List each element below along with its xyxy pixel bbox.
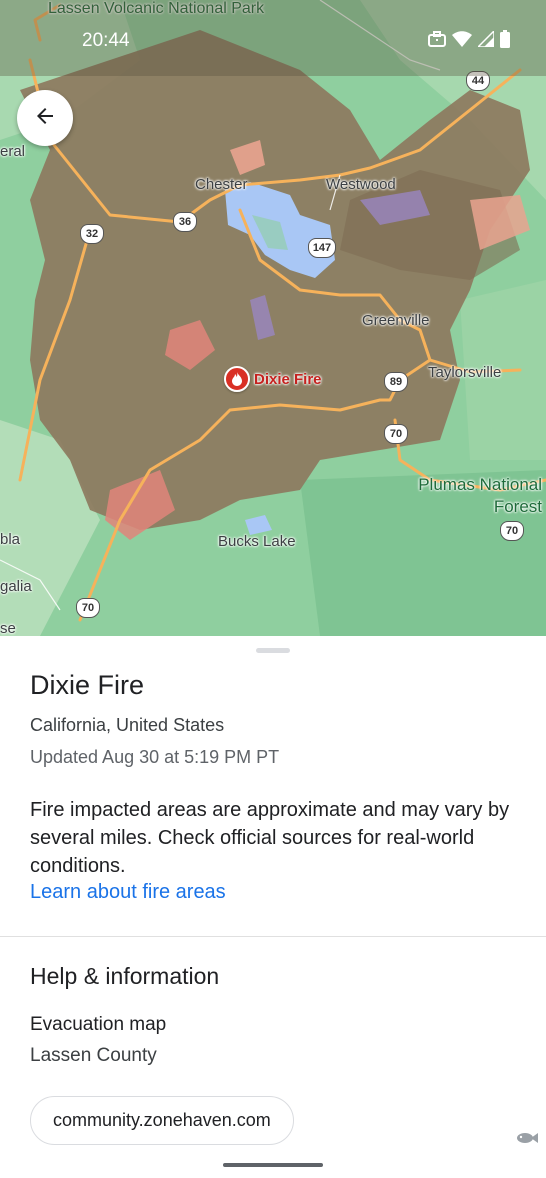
evacuation-county: Lassen County [30,1045,157,1066]
home-indicator[interactable] [223,1163,323,1167]
highway-shield-89: 89 [384,372,408,392]
highway-shield-70: 70 [500,521,524,541]
map-label-chester: Chester [195,176,248,193]
map-view[interactable]: Lassen Volcanic National Park eral Chest… [0,0,546,636]
arrow-left-icon [33,104,57,133]
map-label-westwood: Westwood [326,176,396,193]
highway-shield-32: 32 [80,224,104,244]
section-divider [0,936,546,937]
learn-about-fire-areas-link[interactable]: Learn about fire areas [30,881,226,904]
briefcase-icon [428,31,446,47]
help-section-title: Help & information [30,963,220,989]
back-button[interactable] [17,90,73,146]
map-label-galia: galia [0,578,32,595]
status-icons [428,30,510,48]
highway-shield-36: 36 [173,212,197,232]
battery-icon [500,30,510,48]
sheet-drag-handle[interactable] [256,648,290,653]
fish-icon [516,1131,538,1149]
bottom-sheet: Dixie Fire California, United States Upd… [0,636,546,1178]
updated-timestamp: Updated Aug 30 at 5:19 PM PT [30,747,280,767]
fire-description: Fire impacted areas are approximate and … [30,799,510,877]
map-label-plumas: Plumas National Forest [418,475,542,516]
evacuation-map-title: Evacuation map [30,1014,167,1035]
map-label-bucks-lake: Bucks Lake [218,533,296,550]
place-title: Dixie Fire [30,670,145,700]
wifi-icon [452,31,472,47]
signal-icon [478,31,494,47]
map-label-taylorsville: Taylorsville [428,364,502,381]
fire-icon [224,366,250,392]
highway-shield-70: 70 [76,598,100,618]
fire-marker-label: Dixie Fire [254,370,322,388]
map-label-se: se [0,620,16,636]
map-label-greenville: Greenville [362,312,430,329]
map-label-bla: bla [0,531,21,548]
status-bar: 20:44 [0,0,546,76]
status-time: 20:44 [82,30,130,51]
zonehaven-link-chip[interactable]: community.zonehaven.com [30,1096,294,1145]
place-location: California, United States [30,715,225,735]
highway-shield-70: 70 [384,424,408,444]
map-label-eral: eral [0,143,26,160]
highway-shield-147: 147 [308,238,336,258]
fire-marker[interactable]: Dixie Fire [224,366,322,392]
